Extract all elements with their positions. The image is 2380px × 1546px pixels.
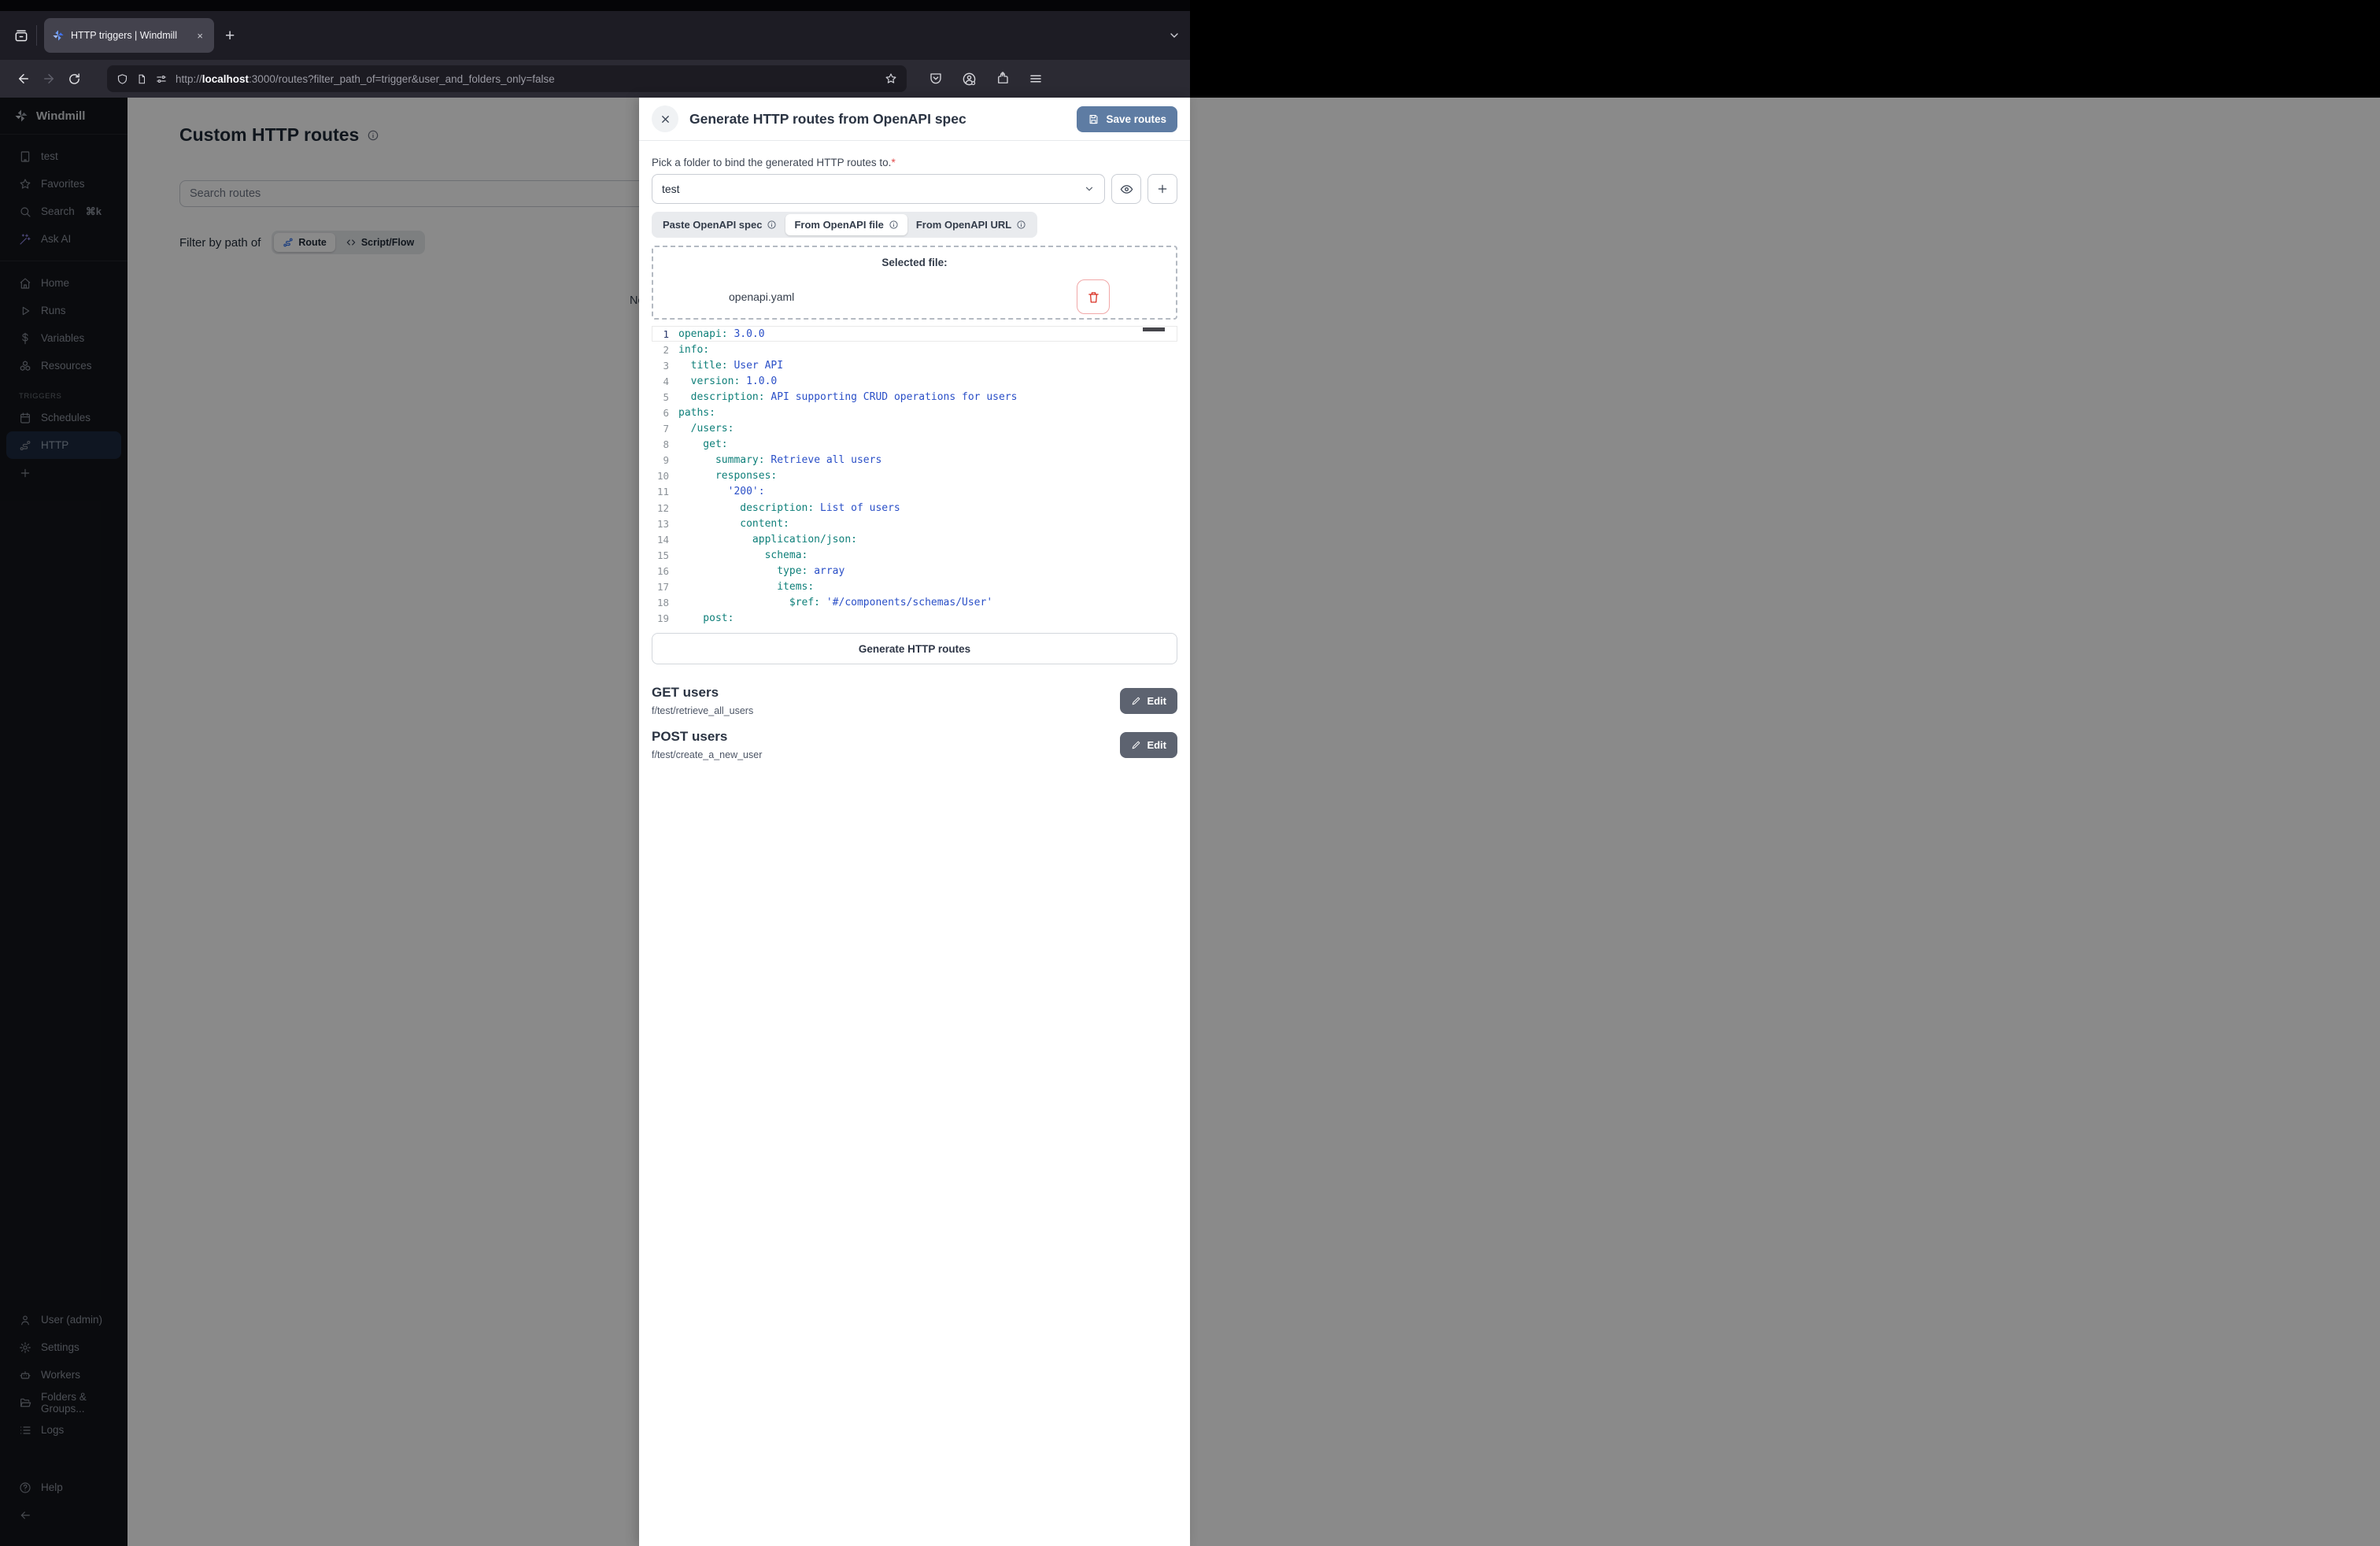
trash-icon [1087,290,1100,304]
new-tab-button[interactable]: + [225,28,235,44]
tab-manager-icon[interactable] [9,24,33,47]
generate-routes-button[interactable]: Generate HTTP routes [652,633,1177,664]
account-icon[interactable] [962,72,977,87]
close-drawer-button[interactable] [652,105,678,132]
tab-paste-spec[interactable]: Paste OpenAPI spec [654,214,785,235]
back-icon[interactable] [11,66,36,91]
edit-label: Edit [1147,695,1166,707]
code-line: 9 summary: Retrieve all users [652,453,1177,468]
drawer-header: Generate HTTP routes from OpenAPI spec S… [639,98,1190,140]
chevron-down-icon [1084,183,1095,194]
code-line: 4 version: 1.0.0 [652,373,1177,389]
bookmark-star-icon[interactable] [885,72,897,85]
forward-icon[interactable] [36,66,61,91]
drawer-backdrop[interactable] [0,98,2380,1546]
edit-label: Edit [1147,739,1166,751]
pencil-icon [1131,696,1141,706]
generated-routes-list: GET users f/test/retrieve_all_users Edit… [652,685,1177,760]
drawer-body: Pick a folder to bind the generated HTTP… [639,141,1190,1546]
tab-label: From OpenAPI file [794,219,883,231]
code-line: 13 content: [652,516,1177,531]
code-line: 12 description: List of users [652,500,1177,516]
info-icon [889,220,899,230]
page-info-icon[interactable] [136,73,147,85]
code-line: 19 post: [652,611,1177,627]
browser-tab-bar: HTTP triggers | Windmill × + [0,11,1190,60]
code-line: 5 description: API supporting CRUD opera… [652,389,1177,405]
tab-from-url[interactable]: From OpenAPI URL [907,214,1035,235]
view-folder-button[interactable] [1111,174,1141,204]
route-name: POST users [652,729,762,745]
remove-file-button[interactable] [1077,279,1110,314]
editor-scrollbar-thumb[interactable] [1143,327,1165,331]
folder-select-value: test [662,183,680,195]
tab-title: HTTP triggers | Windmill [71,30,187,41]
permissions-icon[interactable] [155,73,168,85]
code-line: 15 schema: [652,547,1177,563]
code-line: 10 responses: [652,468,1177,484]
selected-file-box: Selected file: openapi.yaml [652,246,1177,320]
code-line: 7 /users: [652,421,1177,437]
shield-icon[interactable] [116,73,128,85]
route-info: GET users f/test/retrieve_all_users [652,685,753,716]
code-line: 6paths: [652,405,1177,420]
tab-from-file[interactable]: From OpenAPI file [785,214,907,235]
folder-select-row: test [652,174,1177,204]
save-routes-button[interactable]: Save routes [1077,106,1177,132]
code-line: 11 '200': [652,484,1177,500]
info-icon [767,220,777,230]
tab-close-icon[interactable]: × [194,28,206,43]
browser-tab[interactable]: HTTP triggers | Windmill × [44,18,214,53]
info-icon [1016,220,1026,230]
url-bar[interactable]: http://localhost:3000/routes?filter_path… [107,65,907,92]
tab-separator [36,25,37,46]
code-line: 8 get: [652,437,1177,453]
reload-icon[interactable] [61,66,87,91]
add-folder-button[interactable] [1148,174,1177,204]
plus-icon [1156,183,1169,195]
browser-toolbar: http://localhost:3000/routes?filter_path… [0,60,1190,98]
list-all-tabs-icon[interactable] [1168,29,1181,42]
code-line: 2info: [652,342,1177,357]
menu-hamburger-icon[interactable] [1029,72,1043,86]
required-asterisk: * [891,157,895,168]
eye-icon [1120,183,1133,196]
edit-route-button[interactable]: Edit [1120,688,1177,714]
route-path: f/test/retrieve_all_users [652,705,753,716]
save-routes-label: Save routes [1106,113,1166,125]
route-name: GET users [652,685,753,701]
pencil-icon [1131,740,1141,750]
source-tabs: Paste OpenAPI spec From OpenAPI file Fro… [652,212,1037,238]
save-icon [1088,113,1099,125]
url-text[interactable]: http://localhost:3000/routes?filter_path… [176,73,877,85]
openapi-code-editor[interactable]: 1openapi: 3.0.0 2info: 3 title: User API… [652,326,1177,627]
code-line: 17 items: [652,579,1177,595]
selected-file-name: openapi.yaml [729,290,794,303]
selected-file-row: openapi.yaml [653,279,1176,314]
code-line: 14 application/json: [652,531,1177,547]
code-line: 18 $ref: '#/components/schemas/User' [652,595,1177,611]
edit-route-button[interactable]: Edit [1120,732,1177,758]
code-line: 1openapi: 3.0.0 [652,326,1177,342]
windmill-favicon [52,29,65,42]
tab-label: Paste OpenAPI spec [663,219,762,231]
selected-file-label: Selected file: [653,257,1176,268]
toolbar-right-icons [929,72,1043,87]
folder-label: Pick a folder to bind the generated HTTP… [652,157,1177,168]
tab-label: From OpenAPI URL [916,219,1011,231]
folder-select[interactable]: test [652,174,1105,204]
code-line: 16 type: array [652,563,1177,579]
route-path: f/test/create_a_new_user [652,749,762,760]
close-icon [660,113,671,125]
openapi-drawer: Generate HTTP routes from OpenAPI spec S… [639,98,1190,1546]
window-titlebar [0,0,1190,11]
route-row-post-users: POST users f/test/create_a_new_user Edit [652,729,1177,760]
route-row-get-users: GET users f/test/retrieve_all_users Edit [652,685,1177,716]
pocket-icon[interactable] [929,72,943,86]
extensions-puzzle-icon[interactable] [996,72,1010,86]
code-line: 3 title: User API [652,357,1177,373]
drawer-title: Generate HTTP routes from OpenAPI spec [689,111,1066,128]
route-info: POST users f/test/create_a_new_user [652,729,762,760]
